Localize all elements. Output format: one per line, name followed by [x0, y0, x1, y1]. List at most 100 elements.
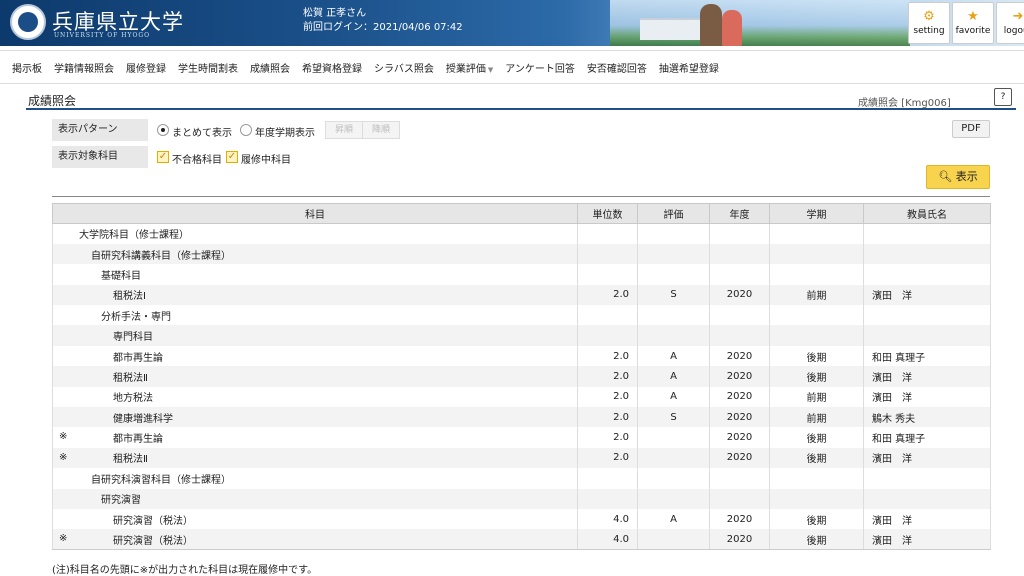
user-name: 松賀 正孝さん	[303, 8, 367, 19]
credits-cell	[577, 488, 638, 509]
subject-cell: 自研究科演習科目（修士課程）	[52, 468, 578, 489]
teacher-cell: 濱田 洋	[863, 508, 991, 530]
subject-name: 都市再生論	[113, 434, 163, 446]
subject-name: 地方税法	[113, 393, 153, 405]
subject-name: 自研究科講義科目（修士課程）	[91, 250, 231, 262]
header-teacher: 教員氏名	[863, 203, 991, 224]
main-nav: 掲示板 学籍情報照会 履修登録 学生時間割表 成績照会 希望資格登録 シラバス照…	[0, 50, 1024, 84]
subject-name: 専門科目	[113, 332, 153, 344]
logout-button[interactable]: ➜ logout	[996, 2, 1024, 44]
nav-item-grades[interactable]: 成績照会	[244, 60, 296, 75]
setting-button[interactable]: ⚙ setting	[908, 2, 950, 44]
search-icon: 🔍︎	[938, 170, 953, 183]
teacher-cell: 濱田 洋	[863, 284, 991, 306]
in-progress-checkbox-label[interactable]: 履修中科目	[241, 151, 291, 166]
year-cell	[709, 468, 770, 489]
in-progress-checkbox[interactable]: ✓	[226, 151, 238, 163]
grade-cell: A	[637, 366, 710, 387]
show-button[interactable]: 🔍︎ 表示	[926, 165, 990, 189]
credits-cell	[577, 325, 638, 346]
year-cell: 2020	[709, 529, 770, 551]
teacher-cell: 濱田 洋	[863, 447, 991, 469]
grades-table: 科目 単位数 評価 年度 学期 教員氏名 大学院科目（修士課程） 自研究科講義科目…	[52, 203, 991, 551]
radio-together-label[interactable]: まとめて表示	[172, 124, 232, 139]
table-row: 専門科目	[52, 325, 991, 346]
table-row: 租税法Ⅱ 2.0 A 2020 後期 濱田 洋	[52, 366, 991, 387]
subject-name: 研究演習（税法）	[113, 535, 193, 547]
credits-cell	[577, 243, 638, 265]
nav-item-registration[interactable]: 履修登録	[120, 60, 172, 75]
subject-name: 研究演習（税法）	[113, 515, 193, 527]
nav-item-survey[interactable]: アンケート回答	[499, 60, 581, 75]
term-cell	[769, 325, 864, 346]
last-login: 前回ログイン：2021/04/06 07:42	[303, 22, 463, 33]
header-year: 年度	[709, 203, 770, 224]
header-person-illustration	[722, 10, 742, 46]
radio-together[interactable]	[157, 124, 169, 136]
term-cell: 後期	[769, 447, 864, 469]
subject-name: 健康増進科学	[113, 413, 173, 425]
subject-cell: ※ 研究演習（税法）	[52, 529, 578, 551]
subject-name: 都市再生論	[113, 352, 163, 364]
nav-item-safety[interactable]: 安否確認回答	[581, 60, 653, 75]
nav-item-lottery[interactable]: 抽選希望登録	[653, 60, 725, 75]
nav-item-course-evaluation[interactable]: 授業評価 ▼	[440, 60, 499, 75]
table-body: 大学院科目（修士課程） 自研究科講義科目（修士課程） 基礎科目 租税法Ⅰ 2.0 S 202…	[52, 223, 991, 551]
nav-item-timetable[interactable]: 学生時間割表	[172, 60, 244, 75]
pattern-row: 表示パターン まとめて表示 年度学期表示 昇順 降順	[52, 119, 412, 141]
year-cell: 2020	[709, 366, 770, 387]
failed-checkbox-label[interactable]: 不合格科目	[172, 151, 222, 166]
table-row: ※ 都市再生論 2.0 2020 後期 和田 真理子	[52, 427, 991, 448]
nav-item-bulletin[interactable]: 掲示板	[6, 60, 48, 75]
teacher-cell: 濱田 洋	[863, 386, 991, 408]
title-divider	[26, 108, 1016, 110]
table-header-row: 科目 単位数 評価 年度 学期 教員氏名	[52, 203, 991, 224]
radio-by-term[interactable]	[240, 124, 252, 136]
teacher-cell	[863, 488, 991, 509]
radio-by-term-label[interactable]: 年度学期表示	[255, 124, 315, 139]
in-progress-mark: ※	[59, 533, 68, 545]
manual-icon[interactable]: ?	[994, 88, 1012, 106]
teacher-cell: 和田 真理子	[863, 345, 991, 367]
pdf-button[interactable]: PDF	[952, 120, 990, 138]
nav-item-qualification[interactable]: 希望資格登録	[296, 60, 368, 75]
term-cell	[769, 305, 864, 326]
term-cell: 後期	[769, 529, 864, 551]
table-row: 租税法Ⅰ 2.0 S 2020 前期 濱田 洋	[52, 284, 991, 306]
grade-cell	[637, 468, 710, 489]
sort-asc-button[interactable]: 昇順	[325, 121, 363, 139]
credits-cell: 4.0	[577, 529, 638, 551]
header-bar: 兵庫県立大学 UNIVERSITY OF HYOGO 松賀 正孝さん 前回ログイ…	[0, 0, 1024, 46]
favorite-button[interactable]: ★ favorite	[952, 2, 994, 44]
university-subtitle: UNIVERSITY OF HYOGO	[54, 32, 151, 39]
credits-cell: 2.0	[577, 447, 638, 469]
table-row: 基礎科目	[52, 264, 991, 285]
year-cell: 2020	[709, 407, 770, 428]
table-row: 都市再生論 2.0 A 2020 後期 和田 真理子	[52, 345, 991, 367]
credits-cell: 2.0	[577, 427, 638, 448]
grade-cell: A	[637, 386, 710, 408]
sort-desc-button[interactable]: 降順	[362, 121, 400, 139]
star-icon: ★	[967, 9, 979, 24]
subject-cell: 基礎科目	[52, 264, 578, 285]
nav-item-syllabus[interactable]: シラバス照会	[368, 60, 440, 75]
subject-cell: 分析手法・専門	[52, 305, 578, 326]
year-cell	[709, 223, 770, 244]
year-cell: 2020	[709, 345, 770, 367]
page-code: 成績照会 [Kmg006]	[858, 98, 951, 109]
failed-checkbox[interactable]: ✓	[157, 151, 169, 163]
credits-cell	[577, 305, 638, 326]
in-progress-mark: ※	[59, 451, 68, 463]
header-person-illustration	[700, 4, 722, 46]
university-logo[interactable]	[10, 4, 46, 40]
subject-name: 基礎科目	[101, 270, 141, 282]
year-cell	[709, 243, 770, 265]
grade-cell	[637, 447, 710, 469]
subject-cell: 健康増進科学	[52, 407, 578, 428]
table-row: 健康増進科学 2.0 S 2020 前期 鵤木 秀夫	[52, 407, 991, 428]
nav-item-student-info[interactable]: 学籍情報照会	[48, 60, 120, 75]
subject-cell: 自研究科講義科目（修士課程）	[52, 243, 578, 265]
in-progress-mark: ※	[59, 431, 68, 443]
credits-cell: 2.0	[577, 284, 638, 306]
grade-cell: S	[637, 284, 710, 306]
